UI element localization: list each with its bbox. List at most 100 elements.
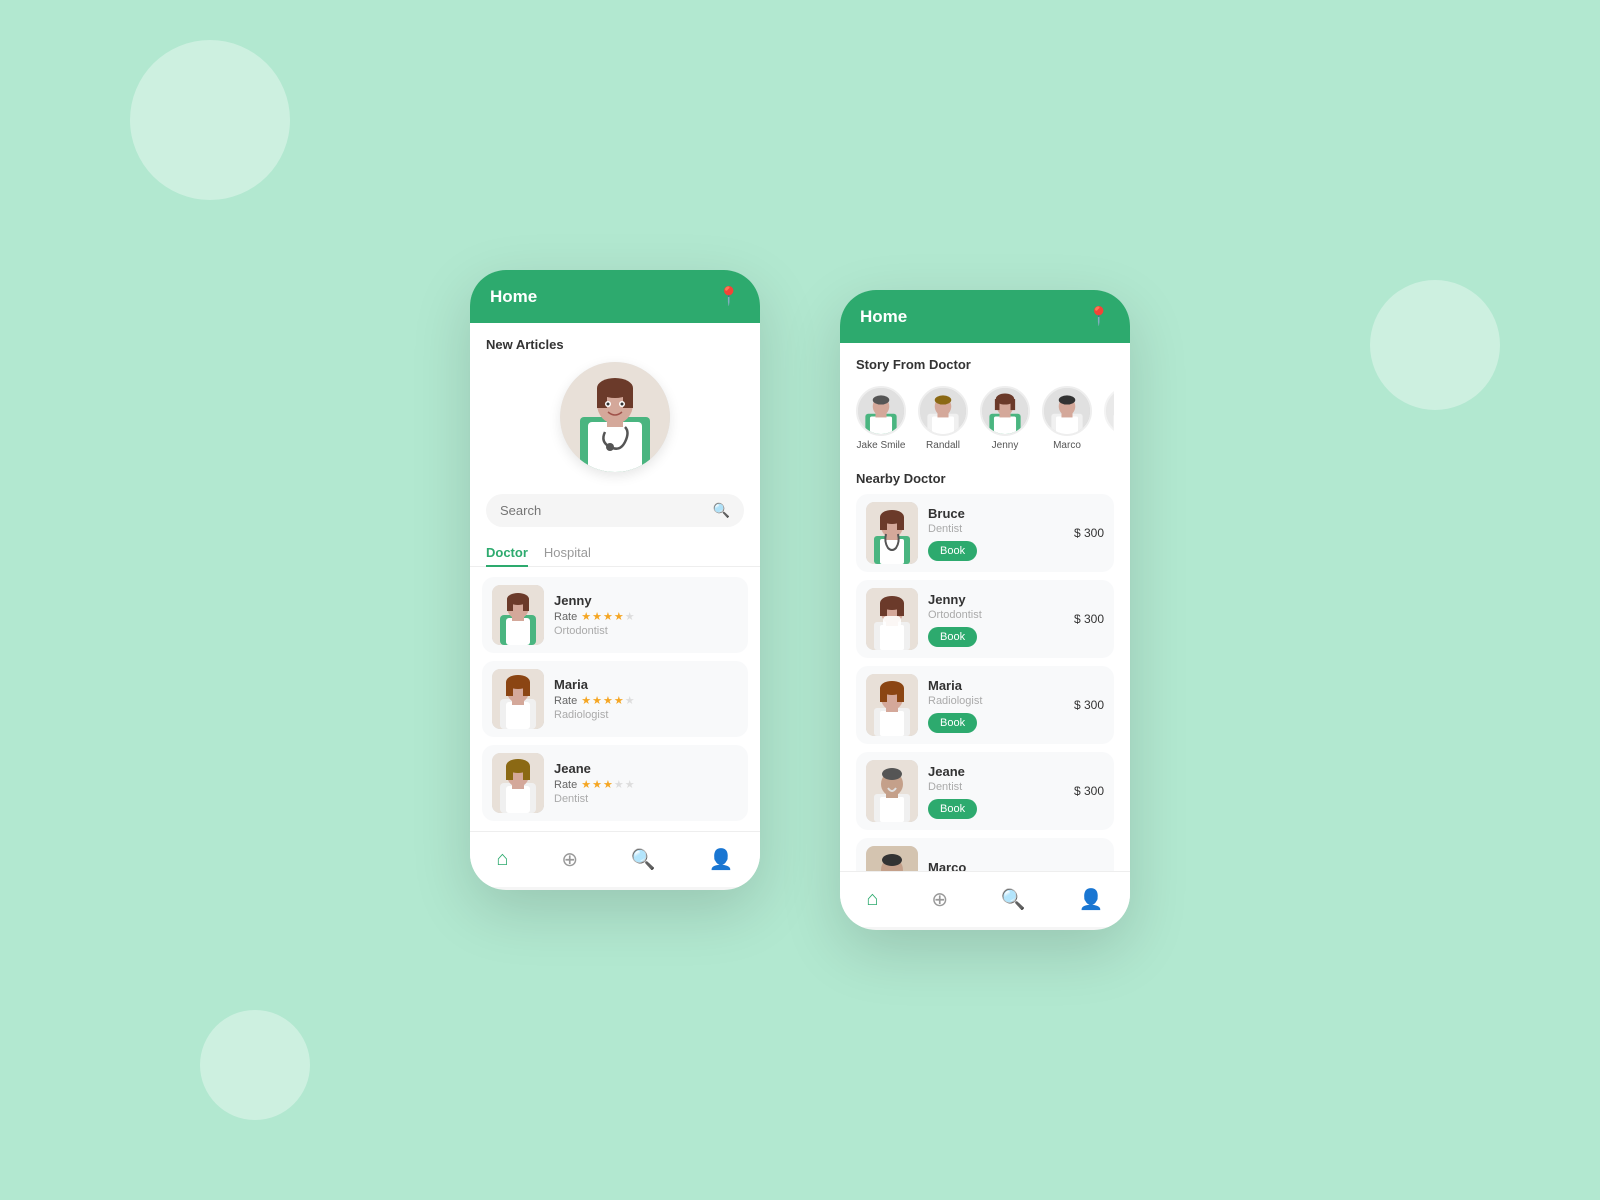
story-item-br[interactable]: Br... (1104, 386, 1114, 451)
nearby-card-maria: Maria Radiologist Book $ 300 (856, 666, 1114, 744)
doctor-name-jenny: Jenny (554, 593, 738, 608)
story-avatar-randall (918, 386, 968, 436)
nearby-price-maria: $ 300 (1074, 698, 1104, 712)
nearby-card-jenny: Jenny Ortodontist Book $ 300 (856, 580, 1114, 658)
nearby-card-bruce: Bruce Dentist Book $ 300 (856, 494, 1114, 572)
doctor-name-maria: Maria (554, 677, 738, 692)
right-phone-nav: ⌂ ⊕ 🔍 👤 (840, 871, 1130, 927)
nav-search-icon[interactable]: 🔍 (631, 847, 656, 872)
star-4: ★ (614, 610, 624, 623)
doctor-avatar-jenny (492, 585, 544, 645)
star-4: ★ (614, 778, 624, 791)
doctor-rate-jenny: Rate ★ ★ ★ ★ ★ (554, 610, 738, 623)
nearby-price-jeane: $ 300 (1074, 784, 1104, 798)
story-item-jake[interactable]: Jake Smile (856, 386, 906, 451)
article-hero (486, 362, 744, 472)
hero-doctor-avatar (560, 362, 670, 472)
right-phone-header: Home 📍 (840, 290, 1130, 343)
nearby-name-bruce: Bruce (928, 506, 1064, 521)
right-phone: Home 📍 Story From Doctor (840, 290, 1130, 930)
doctor-card-maria[interactable]: Maria Rate ★ ★ ★ ★ ★ Radiologist (482, 661, 748, 737)
rate-label-jenny: Rate (554, 611, 577, 623)
book-button-jenny[interactable]: Book (928, 627, 977, 647)
hero-doctor-svg (560, 362, 670, 472)
doctor-specialty-jenny: Ortodontist (554, 625, 738, 637)
right-phone-body: Story From Doctor Jake Smil (840, 343, 1130, 871)
nearby-specialty-maria: Radiologist (928, 695, 1064, 707)
left-phone-nav: ⌂ ⊕ 🔍 👤 (470, 831, 760, 887)
nearby-avatar-bruce (866, 502, 918, 564)
stars-jenny: ★ ★ ★ ★ ★ (581, 610, 634, 623)
nearby-specialty-bruce: Dentist (928, 523, 1064, 535)
search-icon: 🔍 (713, 502, 730, 519)
nearby-info-bruce: Bruce Dentist Book (928, 506, 1064, 561)
right-nav-home-icon[interactable]: ⌂ (866, 888, 878, 911)
search-bar[interactable]: 🔍 (486, 494, 744, 527)
nearby-avatar-jenny (866, 588, 918, 650)
doctor-avatar-maria (492, 669, 544, 729)
nearby-info-marco: Marco Dentist (928, 860, 1104, 872)
book-button-maria[interactable]: Book (928, 713, 977, 733)
left-phone-body: New Articles (470, 323, 760, 831)
left-phone-header: Home 📍 (470, 270, 760, 323)
tab-doctor[interactable]: Doctor (486, 539, 544, 566)
nearby-list: Bruce Dentist Book $ 300 (856, 494, 1114, 871)
left-header-title: Home (490, 287, 537, 307)
right-nav-search-icon[interactable]: 🔍 (1001, 887, 1026, 912)
doctor-name-jeane: Jeane (554, 761, 738, 776)
nearby-name-marco: Marco (928, 860, 1104, 872)
story-scroll: Jake Smile Randall (856, 382, 1114, 455)
story-section-title: Story From Doctor (856, 357, 1114, 372)
story-section: Story From Doctor Jake Smil (840, 343, 1130, 465)
bg-circle-2 (200, 1010, 310, 1120)
rate-label-maria: Rate (554, 695, 577, 707)
book-button-bruce[interactable]: Book (928, 541, 977, 561)
nav-add-icon[interactable]: ⊕ (561, 847, 578, 872)
star-5: ★ (625, 610, 635, 623)
doctor-avatar-jeane (492, 753, 544, 813)
bg-circle-3 (1370, 280, 1500, 410)
star-2: ★ (592, 610, 602, 623)
nav-profile-icon[interactable]: 👤 (709, 847, 734, 872)
tab-hospital[interactable]: Hospital (544, 539, 607, 566)
nearby-specialty-jenny: Ortodontist (928, 609, 1064, 621)
new-articles-section: New Articles (470, 323, 760, 494)
story-item-randall[interactable]: Randall (918, 386, 968, 451)
stars-maria: ★ ★ ★ ★ ★ (581, 694, 634, 707)
doctor-info-jeane: Jeane Rate ★ ★ ★ ★ ★ Dentist (554, 761, 738, 805)
search-input[interactable] (500, 503, 705, 518)
star-3: ★ (603, 778, 613, 791)
story-item-jenny-story[interactable]: Jenny (980, 386, 1030, 451)
new-articles-title: New Articles (486, 337, 744, 352)
right-nav-add-icon[interactable]: ⊕ (931, 887, 948, 912)
tabs: Doctor Hospital (470, 539, 760, 567)
nearby-avatar-jeane (866, 760, 918, 822)
star-4: ★ (614, 694, 624, 707)
star-1: ★ (581, 610, 591, 623)
star-3: ★ (603, 694, 613, 707)
rate-label-jeane: Rate (554, 779, 577, 791)
nav-home-icon[interactable]: ⌂ (496, 848, 508, 871)
doctor-card-jeane[interactable]: Jeane Rate ★ ★ ★ ★ ★ Dentist (482, 745, 748, 821)
nearby-section-title: Nearby Doctor (856, 471, 1114, 486)
star-5: ★ (625, 778, 635, 791)
story-avatar-jenny-story (980, 386, 1030, 436)
right-nav-profile-icon[interactable]: 👤 (1079, 887, 1104, 912)
book-button-jeane[interactable]: Book (928, 799, 977, 819)
nearby-avatar-maria (866, 674, 918, 736)
nearby-info-jenny: Jenny Ortodontist Book (928, 592, 1064, 647)
nearby-avatar-marco (866, 846, 918, 871)
nearby-info-jeane: Jeane Dentist Book (928, 764, 1064, 819)
doctor-specialty-maria: Radiologist (554, 709, 738, 721)
doctor-info-maria: Maria Rate ★ ★ ★ ★ ★ Radiologist (554, 677, 738, 721)
star-3: ★ (603, 610, 613, 623)
nearby-card-marco: Marco Dentist (856, 838, 1114, 871)
story-avatar-marco-story (1042, 386, 1092, 436)
doctor-info-jenny: Jenny Rate ★ ★ ★ ★ ★ Ortodontist (554, 593, 738, 637)
doctor-card-jenny[interactable]: Jenny Rate ★ ★ ★ ★ ★ Ortodontist (482, 577, 748, 653)
story-item-marco-story[interactable]: Marco (1042, 386, 1092, 451)
right-header-title: Home (860, 307, 907, 327)
story-name-jenny: Jenny (992, 440, 1019, 451)
nearby-card-jeane: Jeane Dentist Book $ 300 (856, 752, 1114, 830)
story-avatar-jake (856, 386, 906, 436)
